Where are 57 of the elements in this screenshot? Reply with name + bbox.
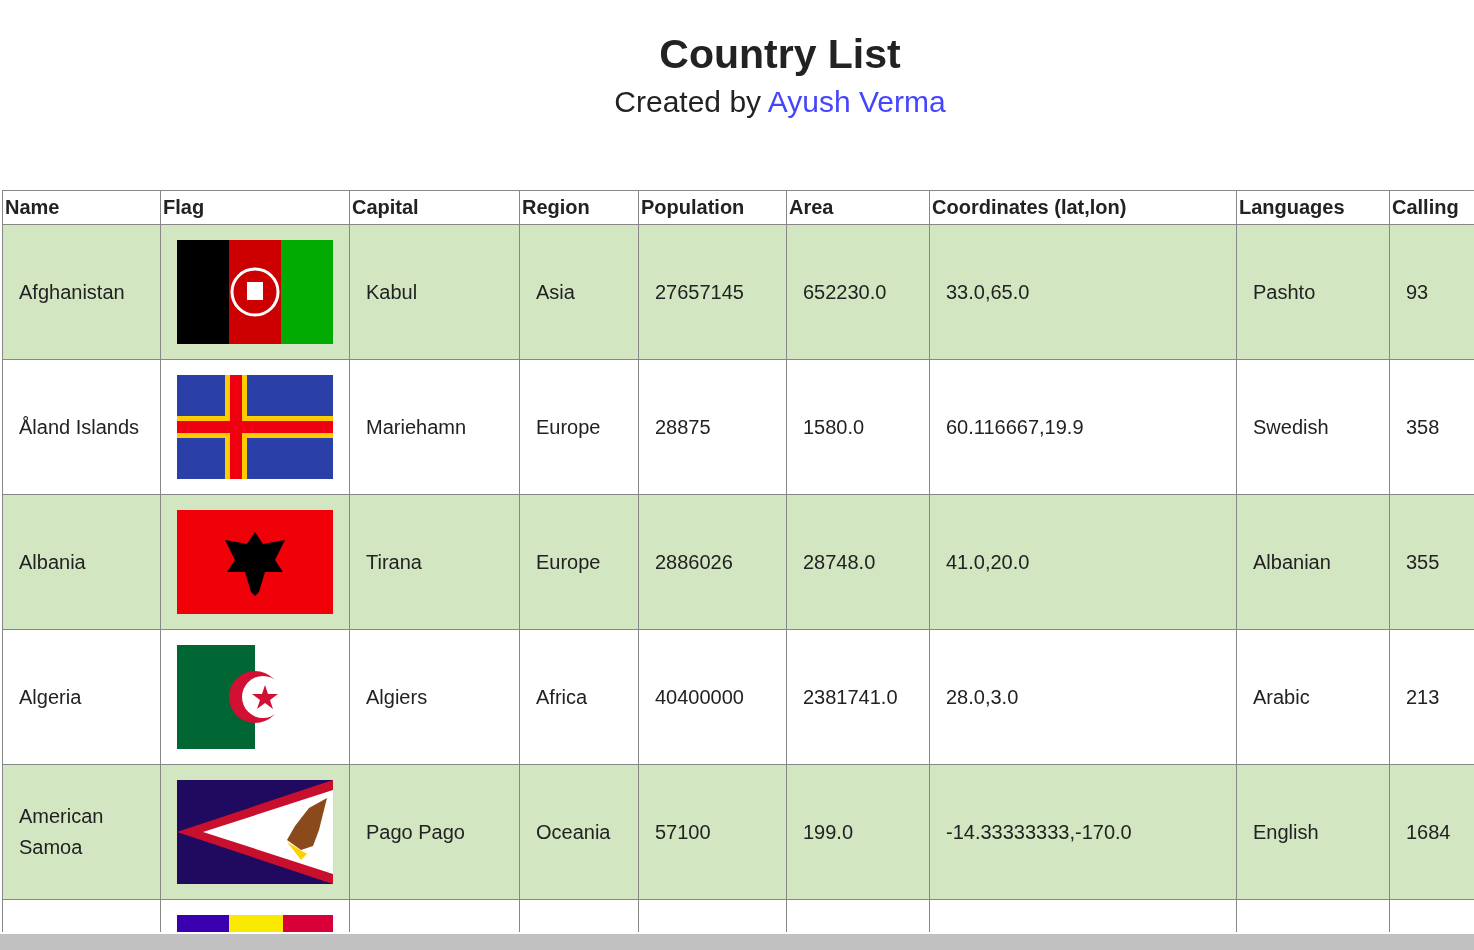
table-cell-text: Africa <box>535 684 589 710</box>
column-header: Languages <box>1238 196 1345 218</box>
table-cell-text: 41.0,20.0 <box>945 549 1031 575</box>
column-header: Name <box>4 196 60 218</box>
table-cell-text: Pashto <box>1252 279 1317 305</box>
table-cell-text: 652230.0 <box>802 279 888 305</box>
page-title: Country List <box>659 30 901 78</box>
scrollbar[interactable] <box>0 934 1474 950</box>
table-cell-text: Tirana <box>365 549 423 575</box>
flag-icon <box>177 780 333 884</box>
table-cell-text: 28.0,3.0 <box>945 684 1020 710</box>
table-cell-text: 28875 <box>654 414 712 440</box>
table-cell-text: 1684 <box>1405 819 1452 845</box>
table-cell-text: 213 <box>1405 684 1441 710</box>
table-cell-text: Europe <box>535 549 602 575</box>
table-cell-text: 1580.0 <box>802 414 866 440</box>
table-cell-text: Kabul <box>365 279 419 305</box>
author-link[interactable]: Ayush Verma <box>767 85 946 118</box>
table-cell-text: Afghanistan <box>18 279 126 305</box>
table-cell-text: Algeria <box>18 684 83 710</box>
column-header: Area <box>788 196 834 218</box>
flag-icon <box>177 510 333 614</box>
table-cell-text: 2381741.0 <box>802 684 899 710</box>
table-cell-text: Mariehamn <box>365 414 468 440</box>
table-cell-text: 33.0,65.0 <box>945 279 1031 305</box>
column-header: Flag <box>162 196 205 218</box>
column-header: Capital <box>351 196 419 218</box>
table-cell-text: Oceania <box>535 819 612 845</box>
table-cell-text: 27657145 <box>654 279 745 305</box>
subtitle: Created by Ayush Verma <box>614 84 946 120</box>
column-header: Calling <box>1391 196 1459 218</box>
table-cell-text: Albanian <box>1252 549 1332 575</box>
table-cell-text: Algiers <box>365 684 429 710</box>
table-cell-text: -14.33333333,-170.0 <box>945 819 1133 845</box>
flag-icon <box>177 240 333 344</box>
table-cell-text: 93 <box>1405 279 1430 305</box>
table-cell-text: 355 <box>1405 549 1441 575</box>
table-cell-text: Swedish <box>1252 414 1330 440</box>
column-header: Region <box>521 196 590 218</box>
table-cell-text: Pago Pago <box>365 819 466 845</box>
table-cell-text: 57100 <box>654 819 712 845</box>
table-cell-text: 358 <box>1405 414 1441 440</box>
table-cell-text: Åland Islands <box>18 414 141 440</box>
table-cell-text: 40400000 <box>654 684 745 710</box>
table-cell-text: 199.0 <box>802 819 855 845</box>
table-cell-text: Arabic <box>1252 684 1311 710</box>
table-cell-text: 2886026 <box>654 549 734 575</box>
table-cell-text: 28748.0 <box>802 549 877 575</box>
flag-icon <box>177 375 333 479</box>
column-header: Population <box>640 196 745 218</box>
table-cell-text: 60.116667,19.9 <box>945 414 1085 440</box>
column-header: Coordinates (lat,lon) <box>931 196 1127 218</box>
table-cell-text: Albania <box>18 549 87 575</box>
table-cell-text: Europe <box>535 414 602 440</box>
table-cell-text: American Samoa <box>18 804 105 860</box>
table-cell-text: English <box>1252 819 1320 845</box>
table-cell-text: Asia <box>535 279 576 305</box>
